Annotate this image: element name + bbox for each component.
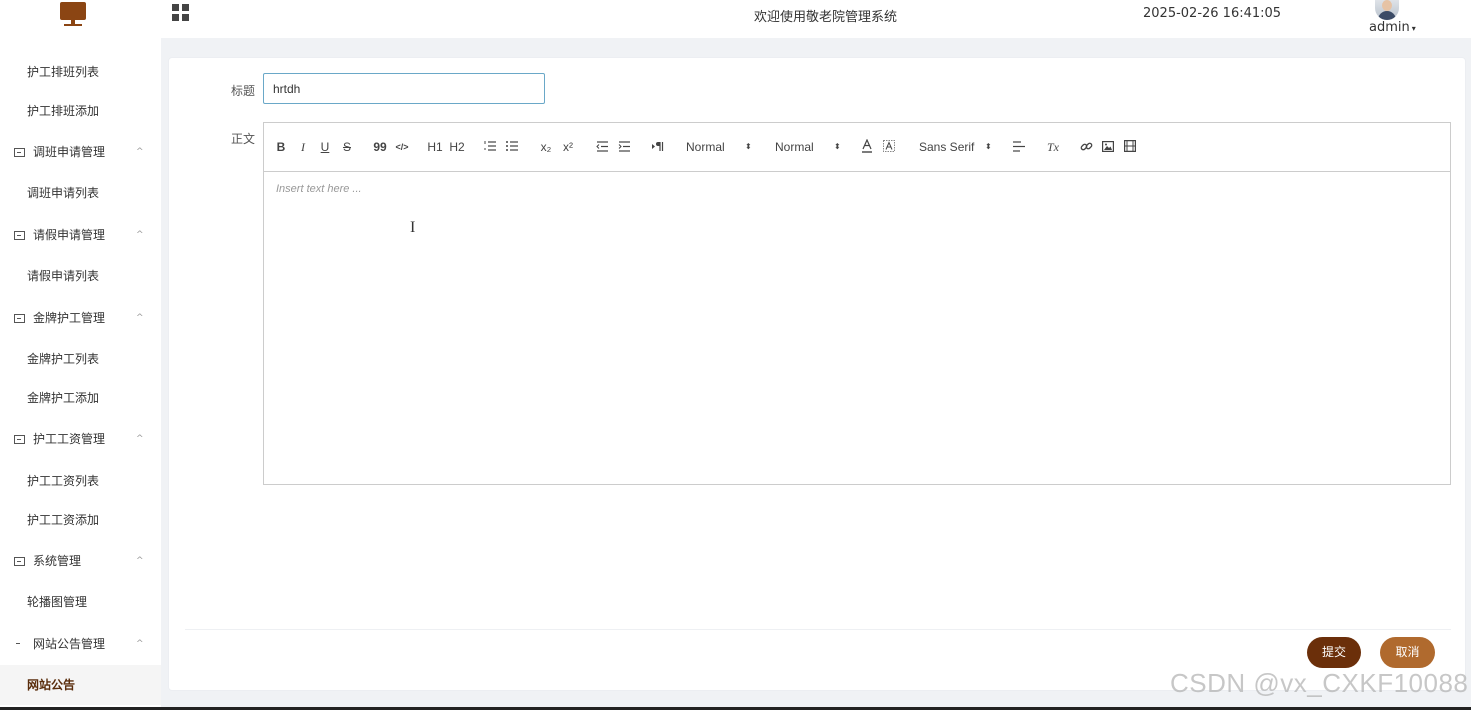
h2-button[interactable]: H2: [448, 137, 466, 157]
sidebar-item-gold-caregiver-add[interactable]: 金牌护工添加: [0, 378, 161, 418]
menu-card-icon: [14, 435, 25, 444]
folder-check-icon: [14, 557, 25, 566]
sidebar-item-schedule-list[interactable]: 护工排班列表: [0, 52, 161, 92]
menu-card-icon: [14, 148, 25, 157]
indent-icon[interactable]: [617, 137, 631, 157]
superscript-button[interactable]: x²: [560, 137, 576, 157]
align-left-icon[interactable]: [1013, 137, 1025, 157]
select-arrows-icon: ⬍: [745, 142, 752, 151]
text-cursor-icon: I: [410, 219, 416, 236]
sidebar-item-gold-caregiver-list[interactable]: 金牌护工列表: [0, 339, 161, 379]
sidebar: 护工排班列表 护工排班添加 调班申请管理 ^ 调班申请列表 请假申请管理 ^ 请假申…: [0, 38, 161, 710]
text-direction-icon[interactable]: [650, 137, 664, 157]
editor-placeholder: Insert text here ...: [276, 183, 362, 195]
sidebar-group-shift-change[interactable]: 调班申请管理 ^: [0, 132, 161, 172]
select-arrows-icon: ⬍: [985, 142, 992, 151]
select-arrows-icon: ⬍: [834, 142, 841, 151]
sidebar-item-carousel[interactable]: 轮播图管理: [0, 582, 161, 622]
size-select[interactable]: Normal ⬍: [686, 137, 756, 157]
h1-button[interactable]: H1: [426, 137, 444, 157]
avatar[interactable]: [1375, 0, 1399, 20]
menu-card-icon: [14, 314, 25, 323]
sidebar-item-notice[interactable]: 网站公告: [0, 665, 161, 705]
font-select[interactable]: Sans Serif ⬍: [919, 137, 999, 157]
datetime-display: 2025-02-26 16:41:05: [1143, 6, 1282, 21]
form-panel: 标题 正文 B I U S 99 </> H1 H2 x₂ x²: [168, 57, 1466, 691]
watermark-text: CSDN @vx_CXKF10088: [1170, 668, 1469, 698]
title-label: 标题: [231, 84, 256, 98]
caret-down-icon: ▾: [1411, 24, 1416, 33]
chevron-up-icon: ^: [136, 556, 144, 566]
chevron-up-icon: ^: [136, 434, 144, 444]
sidebar-group-leave[interactable]: 请假申请管理 ^: [0, 215, 161, 255]
bullet-list-icon[interactable]: [505, 137, 519, 157]
sidebar-item-schedule-add[interactable]: 护工排班添加: [0, 91, 161, 131]
ordered-list-icon[interactable]: [483, 137, 497, 157]
grid-menu-icon[interactable]: [172, 4, 189, 21]
submit-button[interactable]: 提交: [1307, 637, 1361, 668]
code-block-button[interactable]: </>: [394, 137, 410, 157]
sidebar-item-shift-change-list[interactable]: 调班申请列表: [0, 173, 161, 213]
font-color-icon[interactable]: [861, 137, 873, 157]
chevron-up-icon: ^: [136, 147, 144, 157]
header-select[interactable]: Normal ⬍: [775, 137, 845, 157]
link-icon[interactable]: [1079, 137, 1093, 157]
strike-button[interactable]: S: [340, 137, 354, 157]
subscript-button[interactable]: x₂: [538, 137, 554, 157]
image-icon[interactable]: [1101, 137, 1115, 157]
sparkle-icon: [14, 640, 25, 649]
background-color-icon[interactable]: [883, 137, 895, 157]
bold-button[interactable]: B: [274, 137, 288, 157]
user-menu[interactable]: admin ▾: [1369, 20, 1416, 35]
cancel-button[interactable]: 取消: [1380, 637, 1435, 668]
video-icon[interactable]: [1123, 137, 1137, 157]
sidebar-group-gold-caregiver[interactable]: 金牌护工管理 ^: [0, 298, 161, 338]
editor-toolbar: B I U S 99 </> H1 H2 x₂ x² Normal ⬍ Norm…: [264, 123, 1450, 172]
sidebar-group-system[interactable]: 系统管理 ^: [0, 541, 161, 581]
chevron-up-icon: ^: [136, 230, 144, 240]
sidebar-group-notice[interactable]: 网站公告管理 ^: [0, 624, 161, 664]
sidebar-item-salary-list[interactable]: 护工工资列表: [0, 461, 161, 501]
sidebar-item-salary-add[interactable]: 护工工资添加: [0, 500, 161, 540]
blockquote-button[interactable]: 99: [372, 137, 388, 157]
body-label: 正文: [231, 132, 256, 146]
italic-button[interactable]: I: [296, 137, 310, 157]
monitor-logo-icon: [60, 2, 86, 26]
outdent-icon[interactable]: [595, 137, 609, 157]
clean-format-button[interactable]: Tx: [1046, 137, 1060, 157]
underline-button[interactable]: U: [318, 137, 332, 157]
username: admin: [1369, 20, 1410, 35]
rich-text-editor: B I U S 99 </> H1 H2 x₂ x² Normal ⬍ Norm…: [263, 122, 1451, 485]
sidebar-item-leave-list[interactable]: 请假申请列表: [0, 256, 161, 296]
sidebar-group-salary[interactable]: 护工工资管理 ^: [0, 419, 161, 459]
menu-card-icon: [14, 231, 25, 240]
chevron-up-icon: ^: [136, 639, 144, 649]
welcome-text: 欢迎使用敬老院管理系统: [754, 10, 898, 25]
footer-divider: [185, 629, 1451, 630]
editor-content-area[interactable]: Insert text here ... I: [264, 173, 1450, 484]
title-input[interactable]: [263, 73, 545, 104]
top-header: 欢迎使用敬老院管理系统 2025-02-26 16:41:05 admin ▾: [0, 0, 1471, 38]
chevron-up-icon: ^: [136, 313, 144, 323]
